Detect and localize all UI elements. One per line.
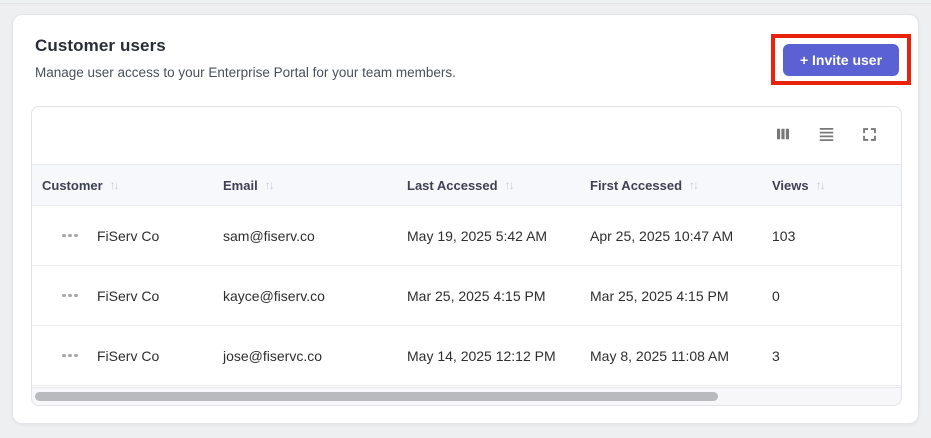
cell-customer: FiServ Co xyxy=(42,348,223,364)
horizontal-scrollbar-track[interactable] xyxy=(32,387,901,405)
table-row[interactable]: FiServ Co sam@fiserv.co May 19, 2025 5:4… xyxy=(32,206,901,266)
horizontal-scrollbar-thumb[interactable] xyxy=(35,392,718,401)
top-divider xyxy=(0,0,931,4)
customer-users-card: Customer users Manage user access to you… xyxy=(12,14,919,424)
cell-first-accessed: Mar 25, 2025 4:15 PM xyxy=(590,287,729,304)
card-header: Customer users Manage user access to you… xyxy=(13,15,918,85)
row-menu-button[interactable] xyxy=(60,228,80,244)
cell-last-accessed: Mar 25, 2025 4:15 PM xyxy=(407,287,546,304)
sort-icon[interactable]: ↑↓ xyxy=(265,178,275,192)
sort-icon[interactable]: ↑↓ xyxy=(505,178,515,192)
page-title: Customer users xyxy=(35,36,166,55)
cell-first-accessed: Apr 25, 2025 10:47 AM xyxy=(590,227,734,244)
cell-customer: FiServ Co xyxy=(42,228,223,244)
column-header-first-accessed[interactable]: First Accessed ↑↓ xyxy=(590,178,772,193)
column-header-last-accessed[interactable]: Last Accessed ↑↓ xyxy=(407,178,590,193)
columns-button[interactable] xyxy=(772,125,794,147)
column-label: Customer xyxy=(42,177,103,193)
invite-user-button[interactable]: + Invite user xyxy=(782,43,900,76)
table-header-row: Customer ↑↓ Email ↑↓ Last Accessed ↑↓ Fi… xyxy=(32,164,901,206)
cell-email: jose@fiservc.co xyxy=(223,347,323,364)
fullscreen-button[interactable] xyxy=(858,125,880,147)
table-row[interactable]: FiServ Co kayce@fiserv.co Mar 25, 2025 4… xyxy=(32,266,901,326)
customer-name: FiServ Co xyxy=(97,347,160,364)
annotation-highlight-box: + Invite user xyxy=(771,34,911,85)
customer-name: FiServ Co xyxy=(97,227,160,244)
row-menu-button[interactable] xyxy=(60,288,80,304)
cell-first-accessed: May 8, 2025 11:08 AM xyxy=(590,347,730,364)
customer-name: FiServ Co xyxy=(97,287,160,304)
cell-views: 3 xyxy=(772,347,780,364)
cell-last-accessed: May 19, 2025 5:42 AM xyxy=(407,227,548,244)
sort-icon[interactable]: ↑↓ xyxy=(689,178,699,192)
columns-icon xyxy=(774,125,792,146)
column-label: Email xyxy=(223,177,258,193)
table-toolbar xyxy=(32,107,901,164)
column-label: First Accessed xyxy=(590,177,683,193)
column-label: Last Accessed xyxy=(407,177,498,193)
sort-icon[interactable]: ↑↓ xyxy=(110,178,120,192)
page-subtitle: Manage user access to your Enterprise Po… xyxy=(35,65,456,80)
cell-views: 103 xyxy=(772,227,796,244)
cell-customer: FiServ Co xyxy=(42,288,223,304)
density-button[interactable] xyxy=(815,125,837,147)
cell-email: sam@fiserv.co xyxy=(223,227,315,244)
table-row[interactable]: FiServ Co jose@fiservc.co May 14, 2025 1… xyxy=(32,326,901,386)
column-header-email[interactable]: Email ↑↓ xyxy=(223,178,407,193)
cell-email: kayce@fiserv.co xyxy=(223,287,325,304)
users-table-panel: Customer ↑↓ Email ↑↓ Last Accessed ↑↓ Fi… xyxy=(31,106,902,406)
column-header-customer[interactable]: Customer ↑↓ xyxy=(42,178,223,193)
cell-last-accessed: May 14, 2025 12:12 PM xyxy=(407,347,556,364)
column-label: Views xyxy=(772,177,809,193)
row-menu-button[interactable] xyxy=(60,348,80,364)
cell-views: 0 xyxy=(772,287,780,304)
sort-icon[interactable]: ↑↓ xyxy=(816,178,826,192)
density-icon xyxy=(817,125,836,146)
column-header-views[interactable]: Views ↑↓ xyxy=(772,178,901,193)
fullscreen-icon xyxy=(861,126,878,146)
